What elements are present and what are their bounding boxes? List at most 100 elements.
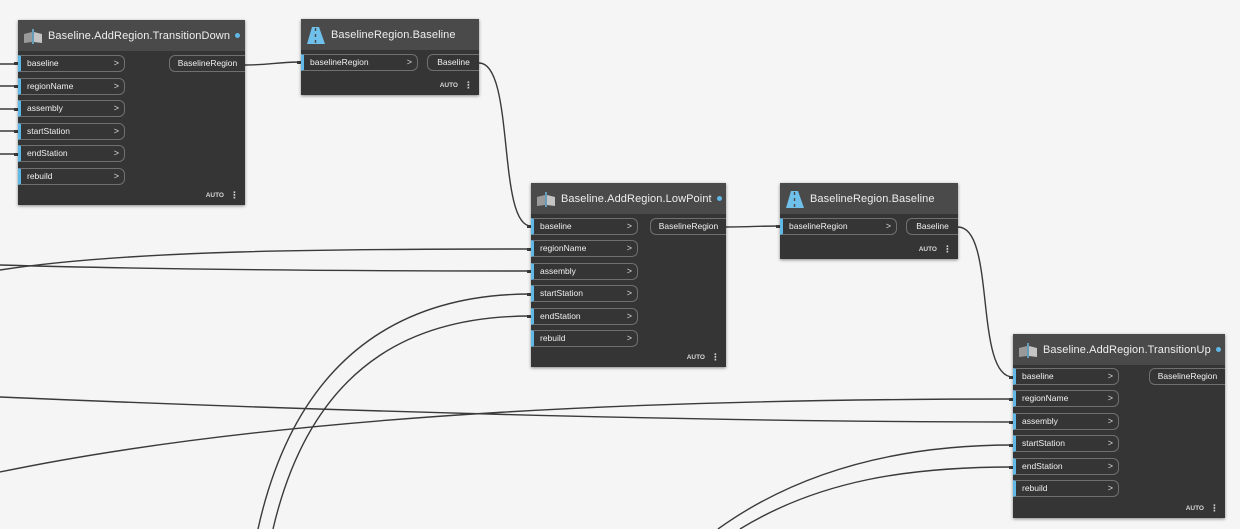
wire: [0, 398, 1014, 473]
port-label: regionName: [1022, 393, 1069, 403]
node-title: BaselineRegion.Baseline: [331, 28, 456, 41]
lacing-label[interactable]: AUTO: [919, 246, 937, 253]
node-header[interactable]: Baseline.AddRegion.LowPoint: [531, 183, 726, 214]
chevron-right-icon[interactable]: >: [114, 169, 119, 184]
port-label: baseline: [1022, 371, 1054, 381]
wire: [739, 466, 1014, 529]
input-port-regionname[interactable]: regionName >: [18, 78, 125, 95]
input-port-endstation[interactable]: endStation >: [1013, 458, 1119, 475]
node-header[interactable]: BaselineRegion.Baseline: [301, 19, 479, 50]
input-port-assembly[interactable]: assembly >: [1013, 413, 1119, 430]
port-label: startStation: [540, 288, 583, 298]
wire: [725, 225, 781, 228]
port-label: baselineRegion: [310, 57, 369, 67]
node-title: Baseline.AddRegion.TransitionDown: [48, 29, 231, 42]
port-label: endStation: [1022, 461, 1063, 471]
node-header[interactable]: BaselineRegion.Baseline: [780, 183, 958, 214]
port-label: regionName: [540, 243, 587, 253]
output-port-baselineregion[interactable]: BaselineRegion: [169, 55, 245, 72]
wire: [957, 226, 1014, 378]
add-region-icon: [24, 29, 42, 44]
lacing-label[interactable]: AUTO: [206, 192, 224, 199]
port-label: assembly: [1022, 416, 1058, 426]
port-label: baseline: [27, 58, 59, 68]
status-dot: [235, 33, 241, 38]
wire: [244, 61, 302, 66]
node-baselineregion-baseline-2[interactable]: BaselineRegion.Baseline baselineRegion > …: [780, 183, 958, 259]
node-transition-up[interactable]: Baseline.AddRegion.TransitionUp baseline…: [1013, 334, 1225, 518]
port-label: endStation: [540, 311, 581, 321]
node-low-point[interactable]: Baseline.AddRegion.LowPoint baseline > re…: [531, 183, 726, 367]
input-port-baseline[interactable]: baseline >: [1013, 368, 1119, 385]
port-label: startStation: [1022, 438, 1065, 448]
output-port-baseline[interactable]: Baseline: [906, 218, 958, 235]
more-options-icon[interactable]: ⋮: [711, 352, 720, 363]
chevron-right-icon[interactable]: >: [627, 264, 632, 279]
node-footer: AUTO ⋮: [919, 244, 952, 255]
input-port-endstation[interactable]: endStation >: [18, 145, 125, 162]
lacing-label[interactable]: AUTO: [440, 82, 458, 89]
chevron-right-icon[interactable]: >: [407, 55, 412, 70]
node-title: Baseline.AddRegion.TransitionUp: [1043, 343, 1211, 356]
chevron-right-icon[interactable]: >: [627, 219, 632, 234]
node-title: Baseline.AddRegion.LowPoint: [561, 192, 712, 205]
chevron-right-icon[interactable]: >: [1108, 391, 1113, 406]
more-options-icon[interactable]: ⋮: [1210, 503, 1219, 514]
input-port-baselineregion[interactable]: baselineRegion >: [780, 218, 897, 235]
more-options-icon[interactable]: ⋮: [943, 244, 952, 255]
chevron-right-icon[interactable]: >: [627, 286, 632, 301]
road-icon: [307, 27, 325, 44]
input-port-endstation[interactable]: endStation >: [531, 308, 638, 325]
output-port-baseline[interactable]: Baseline: [427, 54, 479, 71]
chevron-right-icon[interactable]: >: [627, 309, 632, 324]
port-label: assembly: [27, 103, 63, 113]
port-label: baseline: [540, 221, 572, 231]
chevron-right-icon[interactable]: >: [114, 124, 119, 139]
wire: [0, 396, 1014, 423]
output-port-baselineregion[interactable]: BaselineRegion: [1149, 368, 1225, 385]
status-dot: [1215, 347, 1221, 352]
chevron-right-icon[interactable]: >: [1108, 459, 1113, 474]
input-port-assembly[interactable]: assembly >: [18, 100, 125, 117]
chevron-right-icon[interactable]: >: [1108, 414, 1113, 429]
output-port-baselineregion[interactable]: BaselineRegion: [650, 218, 726, 235]
input-port-rebuild[interactable]: rebuild >: [531, 330, 638, 347]
node-header[interactable]: Baseline.AddRegion.TransitionDown: [18, 20, 245, 51]
wire: [272, 315, 532, 529]
chevron-right-icon[interactable]: >: [627, 241, 632, 256]
input-port-rebuild[interactable]: rebuild >: [18, 168, 125, 185]
input-port-regionname[interactable]: regionName >: [531, 240, 638, 257]
chevron-right-icon[interactable]: >: [1108, 436, 1113, 451]
input-port-baseline[interactable]: baseline >: [18, 55, 125, 72]
lacing-label[interactable]: AUTO: [687, 354, 705, 361]
chevron-right-icon[interactable]: >: [114, 56, 119, 71]
input-port-startstation[interactable]: startStation >: [18, 123, 125, 140]
port-label: startStation: [27, 126, 70, 136]
port-label: rebuild: [540, 333, 566, 343]
port-label: baselineRegion: [789, 221, 848, 231]
node-header[interactable]: Baseline.AddRegion.TransitionUp: [1013, 334, 1225, 365]
lacing-label[interactable]: AUTO: [1186, 505, 1204, 512]
input-port-baselineregion[interactable]: baselineRegion >: [301, 54, 418, 71]
input-port-assembly[interactable]: assembly >: [531, 263, 638, 280]
chevron-right-icon[interactable]: >: [114, 101, 119, 116]
chevron-right-icon[interactable]: >: [1108, 481, 1113, 496]
chevron-right-icon[interactable]: >: [1108, 369, 1113, 384]
chevron-right-icon[interactable]: >: [886, 219, 891, 234]
chevron-right-icon[interactable]: >: [114, 146, 119, 161]
input-port-baseline[interactable]: baseline >: [531, 218, 638, 235]
chevron-right-icon[interactable]: >: [627, 331, 632, 346]
port-label: regionName: [27, 81, 74, 91]
chevron-right-icon[interactable]: >: [114, 79, 119, 94]
input-port-rebuild[interactable]: rebuild >: [1013, 480, 1119, 497]
node-transition-down[interactable]: Baseline.AddRegion.TransitionDown baseli…: [18, 20, 245, 205]
more-options-icon[interactable]: ⋮: [464, 80, 473, 91]
node-baselineregion-baseline-1[interactable]: BaselineRegion.Baseline baselineRegion > …: [301, 19, 479, 95]
input-port-regionname[interactable]: regionName >: [1013, 390, 1119, 407]
status-dot: [716, 196, 722, 201]
input-port-startstation[interactable]: startStation >: [531, 285, 638, 302]
node-footer: AUTO ⋮: [687, 352, 720, 363]
wire: [257, 293, 532, 529]
more-options-icon[interactable]: ⋮: [230, 190, 239, 201]
input-port-startstation[interactable]: startStation >: [1013, 435, 1119, 452]
